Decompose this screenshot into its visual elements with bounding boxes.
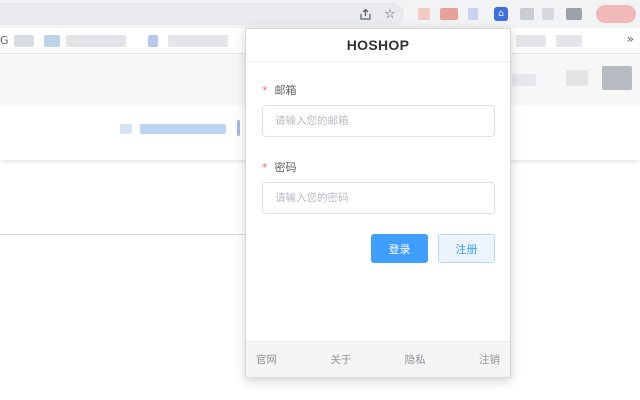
bookmark-item[interactable] <box>66 35 126 47</box>
browser-toolbar: ☆ ⌂ <box>0 0 640 28</box>
extension-popup: HOSHOP *邮箱 *密码 登录 注册 官网 关于 隐私 注销 <box>245 28 511 378</box>
email-label: * 邮箱 <box>262 84 297 97</box>
avatar[interactable] <box>602 66 632 90</box>
hoshop-extension-icon[interactable]: ⌂ <box>494 7 508 21</box>
bookmark-item[interactable] <box>556 35 582 47</box>
popup-header: HOSHOP <box>246 29 510 62</box>
site-divider <box>0 234 245 235</box>
register-button[interactable]: 注册 <box>438 234 495 263</box>
extension-icon[interactable] <box>566 8 582 20</box>
required-mark: * <box>262 84 268 97</box>
footer-link-website[interactable]: 官网 <box>256 352 277 367</box>
extension-icon[interactable] <box>440 8 458 20</box>
site-tab-indicator <box>237 120 240 136</box>
extension-icon[interactable] <box>468 8 478 20</box>
bookmark-item[interactable] <box>14 35 34 47</box>
bookmark-item[interactable]: G <box>0 34 9 47</box>
site-tab[interactable] <box>140 124 226 134</box>
extension-icon[interactable] <box>520 8 534 20</box>
popup-title: HOSHOP <box>346 37 410 53</box>
popup-footer: 官网 关于 隐私 注销 <box>246 341 510 377</box>
required-mark: * <box>262 161 268 174</box>
bookmark-item[interactable] <box>44 35 60 47</box>
bookmark-item[interactable] <box>148 35 158 47</box>
site-nav-item[interactable] <box>512 74 536 86</box>
bookmarks-overflow-icon[interactable]: » <box>627 32 634 46</box>
bookmark-item[interactable] <box>168 35 228 47</box>
address-bar[interactable] <box>0 3 404 25</box>
share-icon[interactable] <box>356 5 374 23</box>
site-tab[interactable] <box>120 124 132 134</box>
footer-link-about[interactable]: 关于 <box>330 352 351 367</box>
password-label: * 密码 <box>262 161 297 174</box>
extension-icon[interactable] <box>542 8 554 20</box>
email-field[interactable] <box>262 105 495 137</box>
bookmark-star-icon[interactable]: ☆ <box>381 5 399 23</box>
bookmark-item[interactable] <box>516 35 546 47</box>
footer-link-privacy[interactable]: 隐私 <box>405 352 426 367</box>
password-field[interactable] <box>262 182 495 214</box>
site-nav-item[interactable] <box>566 70 588 86</box>
extension-icon[interactable] <box>418 8 430 20</box>
profile-button[interactable] <box>596 5 636 23</box>
footer-link-logout[interactable]: 注销 <box>479 352 500 367</box>
login-button[interactable]: 登录 <box>371 234 428 263</box>
